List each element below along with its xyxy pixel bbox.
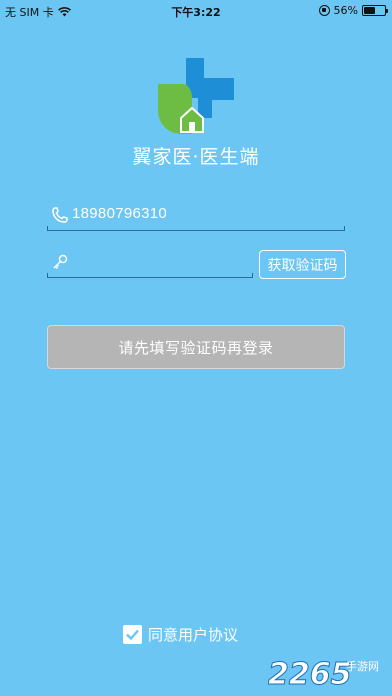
verification-code-field[interactable]: [47, 250, 253, 278]
battery-level: [364, 7, 376, 14]
agreement-checkbox[interactable]: [123, 625, 142, 644]
login-button[interactable]: 请先填写验证码再登录: [47, 325, 345, 369]
watermark-suffix: 手游网: [346, 659, 379, 673]
agreement-row[interactable]: 同意用户协议: [123, 624, 238, 645]
phone-field[interactable]: 18980796310: [47, 200, 345, 231]
phone-icon: [52, 207, 68, 223]
site-watermark-logo: 2265 手游网: [268, 657, 379, 693]
app-logo: [158, 58, 234, 134]
verification-code-input[interactable]: [73, 252, 243, 276]
key-icon: [53, 254, 68, 270]
app-title: 翼家医·医生端: [132, 146, 260, 168]
watermark-number: 2265: [268, 657, 352, 692]
get-code-button[interactable]: 获取验证码: [259, 250, 346, 279]
logo-door-shape: [189, 122, 195, 132]
battery-percent: 56%: [333, 4, 358, 17]
status-bar: 无 SIM 卡 下午3:22 56%: [0, 0, 392, 22]
battery-icon: [362, 5, 388, 16]
phone-value: 18980796310: [72, 205, 168, 222]
status-right: 56%: [318, 4, 388, 17]
agreement-label: 同意用户协议: [148, 626, 239, 644]
rotation-lock-icon: [318, 5, 330, 16]
checkmark-icon: [126, 629, 139, 641]
